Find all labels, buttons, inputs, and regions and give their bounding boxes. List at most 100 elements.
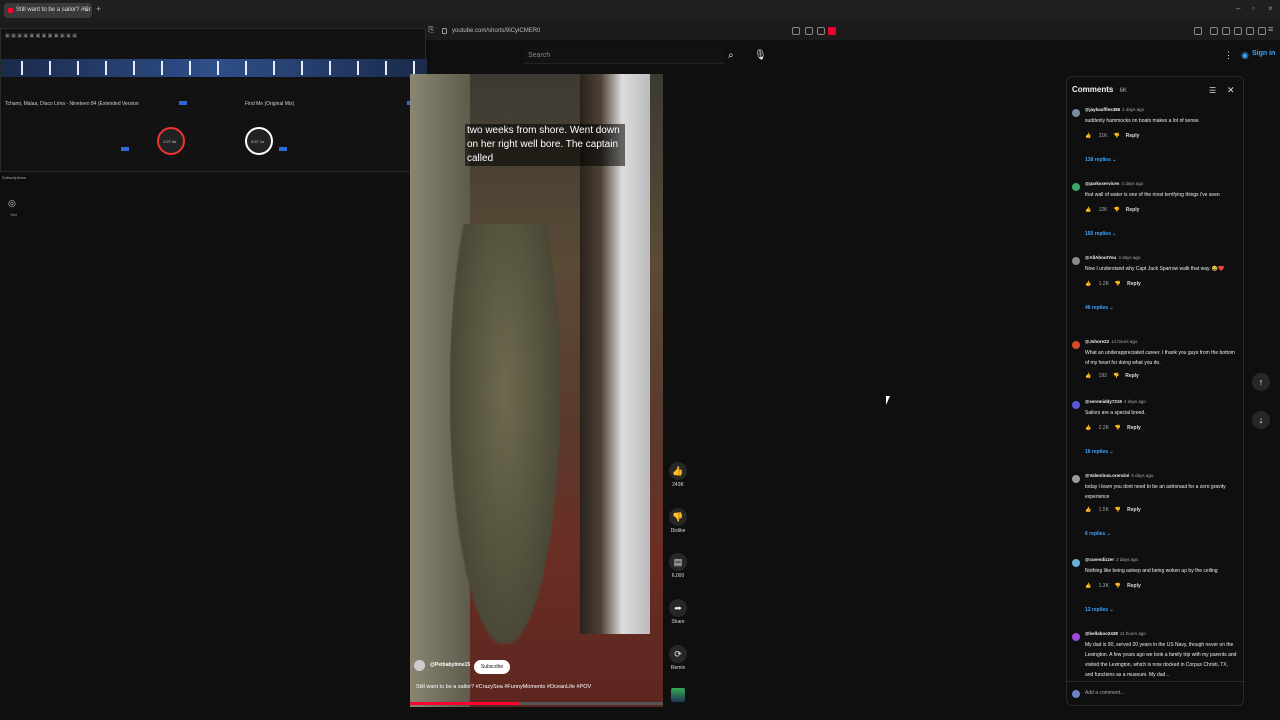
comment-dislike-icon[interactable]: 👎 <box>1115 507 1121 513</box>
reply-button[interactable]: Reply <box>1126 133 1140 139</box>
url-text: youtube.com/shorts/9iCyiCMER0 <box>452 28 541 34</box>
share-page-icon[interactable] <box>805 27 813 35</box>
previous-video-button[interactable]: ↑ <box>1252 373 1270 391</box>
channel-name[interactable]: @Petbabytime15 <box>414 660 470 671</box>
commenter-avatar[interactable] <box>1072 401 1080 409</box>
history-icon[interactable] <box>1246 27 1254 35</box>
comment-like-button[interactable]: 👍 <box>1085 425 1093 431</box>
deck-a-time: 1:27.4s <box>163 139 177 144</box>
chevron-down-icon: ⌄ <box>1105 531 1111 537</box>
commenter-avatar[interactable] <box>1072 109 1080 117</box>
view-replies-button[interactable]: 6 replies ⌄ <box>1085 531 1111 537</box>
dislike-button[interactable]: 👎 Dislike <box>667 508 689 534</box>
comment-dislike-icon[interactable]: 👎 <box>1113 373 1119 379</box>
comment-author[interactable]: @seremiddy7219 4 days ago <box>1085 399 1146 404</box>
close-comments-icon[interactable]: ✕ <box>1227 85 1235 96</box>
comment-like-button[interactable]: 👍 <box>1085 281 1093 287</box>
comment-author[interactable]: @jaykauffles386 4 days ago <box>1085 107 1144 112</box>
replies-count: 12 replies <box>1085 607 1109 613</box>
commenter-avatar[interactable] <box>1072 559 1080 567</box>
view-replies-button[interactable]: 12 replies ⌄ <box>1085 607 1114 613</box>
comment-author[interactable]: @parksservices 4 days ago <box>1085 181 1143 186</box>
search-icon[interactable]: ⌕ <box>728 50 734 61</box>
comment-author[interactable]: @ValentinoLorenzini 5 days ago <box>1085 473 1153 478</box>
comment-like-button[interactable]: 👍 <box>1085 583 1093 589</box>
deck-a-indicator <box>179 101 187 105</box>
channel-avatar[interactable] <box>414 660 425 671</box>
comment-like-button[interactable]: 👍 <box>1085 373 1093 379</box>
minimize-icon[interactable]: – <box>1236 4 1240 13</box>
view-replies-button[interactable]: 138 replies ⌄ <box>1085 157 1116 163</box>
comment-dislike-icon[interactable]: 👎 <box>1115 281 1121 287</box>
subscribe-button[interactable]: Subscribe <box>474 660 510 674</box>
you-icon[interactable]: ◎ <box>8 198 16 209</box>
reply-button[interactable]: Reply <box>1125 373 1139 379</box>
reply-button[interactable]: Reply <box>1127 507 1141 513</box>
comment-dislike-icon[interactable]: 👎 <box>1114 133 1120 139</box>
view-replies-button[interactable]: 16 replies ⌄ <box>1085 449 1114 455</box>
close-tab-icon[interactable]: × <box>85 3 89 18</box>
share-button[interactable]: ➦ Share <box>667 599 689 625</box>
comments-count: 6,000 <box>671 573 685 579</box>
close-window-icon[interactable]: × <box>1268 4 1273 13</box>
downloads-icon[interactable] <box>1234 27 1242 35</box>
mouse-cursor <box>886 396 890 405</box>
video-progress-bar[interactable] <box>410 702 663 705</box>
sidebar-subscriptions[interactable]: Subscriptions <box>2 175 26 180</box>
comment-author[interactable]: @ravendizzer 2 days ago <box>1085 557 1138 562</box>
maximize-icon[interactable]: ▫ <box>1252 4 1255 13</box>
add-comment-box[interactable]: Add a comment... <box>1067 681 1243 705</box>
account-icon: ◉ <box>1241 50 1249 60</box>
comment-dislike-icon[interactable]: 👎 <box>1114 207 1120 213</box>
next-video-button[interactable]: ↓ <box>1252 411 1270 429</box>
comment-author[interactable]: @Jshore22 14 hours ago <box>1085 339 1137 344</box>
comment-like-button[interactable]: 👍 <box>1085 207 1093 213</box>
new-tab-icon[interactable]: + <box>96 4 101 14</box>
comment-author[interactable]: @bellaboo2438 11 hours ago <box>1085 631 1146 636</box>
share-label: Share <box>671 619 685 625</box>
page-info-icon[interactable]: ⎘ <box>428 25 434 35</box>
view-replies-button[interactable]: 150 replies ⌄ <box>1085 231 1116 237</box>
bookmark-icon[interactable] <box>1194 27 1202 35</box>
audio-thumbnail[interactable] <box>671 688 685 702</box>
commenter-avatar[interactable] <box>1072 341 1080 349</box>
deck-a-cue-button[interactable] <box>121 147 129 151</box>
deck-b-cue-button[interactable] <box>279 147 287 151</box>
sidebar-you[interactable]: You <box>10 212 17 217</box>
extensions-icon[interactable] <box>1210 27 1218 35</box>
reply-button[interactable]: Reply <box>1127 583 1141 589</box>
url-field[interactable]: youtube.com/shorts/9iCyiCMER0 <box>440 25 840 37</box>
reply-button[interactable]: Reply <box>1127 425 1141 431</box>
comment-like-button[interactable]: 👍 <box>1085 133 1093 139</box>
comment-dislike-icon[interactable]: 👎 <box>1115 583 1121 589</box>
view-replies-button[interactable]: 46 replies ⌄ <box>1085 305 1114 311</box>
commenter-avatar[interactable] <box>1072 633 1080 641</box>
menu-icon[interactable]: ≡ <box>1268 24 1273 34</box>
sidebar-toggle-icon[interactable] <box>1222 27 1230 35</box>
commenter-avatar[interactable] <box>1072 183 1080 191</box>
commenter-avatar[interactable] <box>1072 475 1080 483</box>
comment-like-button[interactable]: 👍 <box>1085 507 1093 513</box>
more-options-icon[interactable]: ⋮ <box>1224 50 1233 61</box>
comment-time: 4 days ago <box>1118 255 1141 260</box>
sign-in-button[interactable]: Sign in <box>1252 50 1275 57</box>
extension-icon[interactable] <box>817 27 825 35</box>
reply-button[interactable]: Reply <box>1126 207 1140 213</box>
comment-author[interactable]: @AllAboutYou 4 days ago <box>1085 255 1140 260</box>
remix-button[interactable]: ⟳ Remix <box>667 645 689 671</box>
like-button[interactable]: 👍 243K <box>667 462 689 488</box>
search-input[interactable]: Search <box>524 48 724 64</box>
reply-button[interactable]: Reply <box>1127 281 1141 287</box>
waveform-display[interactable] <box>1 59 427 77</box>
red-extension-icon[interactable] <box>828 27 836 35</box>
microphone-icon[interactable]: 🎙 <box>754 50 767 61</box>
sort-icon[interactable]: ☰ <box>1209 86 1216 95</box>
settings-icon[interactable] <box>1258 27 1266 35</box>
comments-button[interactable]: ▤ 6,000 <box>667 553 689 579</box>
commenter-avatar[interactable] <box>1072 257 1080 265</box>
cast-icon[interactable] <box>792 27 800 35</box>
comment-text: My dad is 90, served 20 years in the US … <box>1085 642 1237 678</box>
comment-dislike-icon[interactable]: 👎 <box>1115 425 1121 431</box>
browser-tab[interactable]: Still want to be a sailor? #Cr × <box>4 3 92 18</box>
shorts-video-player[interactable]: two weeks from shore. Went down on her r… <box>410 74 663 707</box>
